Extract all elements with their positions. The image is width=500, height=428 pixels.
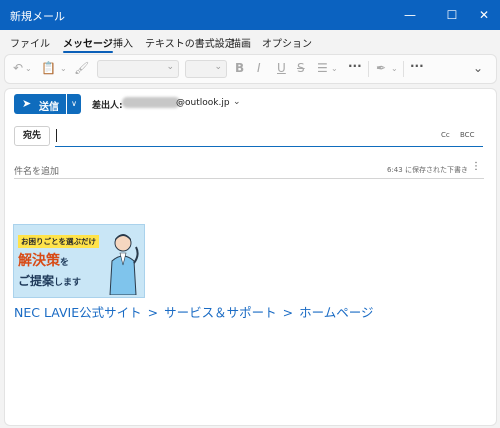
banner-line3-main: ご提案 <box>18 274 55 288</box>
strikethrough-icon[interactable]: S <box>297 61 305 75</box>
ribbon-toolbar: ↶ ⌄ 📋 ⌄ 🖌 ⌄ ⌄ B I U S ☰ ⌄ ··· ✒ ⌄ ··· ⌄ <box>4 54 497 84</box>
banner-line3: ご提案します <box>18 272 81 289</box>
line-spacing-icon[interactable]: ☰ <box>317 61 328 75</box>
link-part-3[interactable]: ホームページ <box>299 305 373 320</box>
highlight-dropdown-icon[interactable]: ⌄ <box>391 64 398 73</box>
highlight-icon[interactable]: ✒ <box>376 61 386 75</box>
send-label: 送信 <box>39 102 59 113</box>
more-icon[interactable]: ··· <box>410 59 424 73</box>
send-button[interactable]: ➤ 送信 <box>14 94 66 114</box>
menu-text-format[interactable]: テキストの書式設定 <box>145 35 235 50</box>
menu-insert[interactable]: 挿入 <box>113 35 133 50</box>
chevron-down-icon: ⌄ <box>166 62 174 72</box>
to-input-field[interactable] <box>55 146 483 147</box>
menu-bar: ファイル メッセージ 挿入 テキストの書式設定 描画 オプション <box>0 30 500 53</box>
more-icon[interactable]: ··· <box>348 59 362 73</box>
ribbon-separator <box>403 61 404 77</box>
banner-line2-main: 解決策 <box>18 253 60 269</box>
line-spacing-dropdown-icon[interactable]: ⌄ <box>331 64 338 73</box>
bold-icon[interactable]: B <box>235 61 244 75</box>
title-bar: 新規メール — ☐ ✕ <box>0 0 500 30</box>
link-separator: > <box>282 305 294 320</box>
body-link[interactable]: NEC LAVIE公式サイト > サービス＆サポート > ホームページ <box>14 302 379 321</box>
banner-line2: 解決策を <box>18 250 69 270</box>
banner-image[interactable]: お困りごとを選ぶだけ 解決策を ご提案します <box>13 224 145 298</box>
expand-icon[interactable]: ⌄ <box>473 61 483 75</box>
undo-icon[interactable]: ↶ <box>13 61 23 75</box>
menu-message[interactable]: メッセージ <box>63 35 113 53</box>
bcc-button[interactable]: BCC <box>460 131 474 139</box>
banner-line1: お困りごとを選ぶだけ <box>18 235 99 248</box>
format-painter-icon[interactable]: 🖌 <box>74 61 89 75</box>
chevron-down-icon: ⌄ <box>214 62 222 72</box>
subject-divider <box>14 178 484 179</box>
ribbon-separator <box>368 61 369 77</box>
link-separator: > <box>147 305 159 320</box>
link-part-2[interactable]: サービス＆サポート <box>164 305 277 320</box>
compose-pane: ➤ 送信 ∨ 差出人: @outlook.jp ⌄ 宛先 Cc BCC 件名を追… <box>4 88 497 426</box>
banner-line3-small: します <box>54 278 82 288</box>
send-dropdown-button[interactable]: ∨ <box>67 94 81 114</box>
to-button[interactable]: 宛先 <box>14 126 50 146</box>
saved-status: 6:43 に保存された下書き <box>387 166 468 174</box>
menu-draw[interactable]: 描画 <box>231 35 251 50</box>
close-icon[interactable]: ✕ <box>468 0 500 30</box>
italic-icon[interactable]: I <box>257 61 261 75</box>
link-part-1[interactable]: NEC LAVIE公式サイト <box>14 305 142 320</box>
more-vertical-icon[interactable]: ⋮ <box>471 161 481 172</box>
cc-button[interactable]: Cc <box>441 131 450 139</box>
maximize-icon[interactable]: ☐ <box>434 0 470 30</box>
chevron-down-icon: ∨ <box>71 99 77 108</box>
menu-file[interactable]: ファイル <box>10 35 50 50</box>
paste-dropdown-icon[interactable]: ⌄ <box>60 64 67 73</box>
underline-icon[interactable]: U <box>277 61 286 75</box>
to-input-caret <box>56 129 57 142</box>
from-address-redacted <box>122 97 180 108</box>
send-icon: ➤ <box>22 97 32 110</box>
minimize-icon[interactable]: — <box>392 0 428 30</box>
window-title: 新規メール <box>10 10 65 23</box>
subject-input[interactable]: 件名を追加 <box>14 164 59 177</box>
mail-compose-window: ファイル メッセージ 挿入 テキストの書式設定 描画 オプション ↶ ⌄ 📋 ⌄… <box>0 30 500 428</box>
font-size-select[interactable]: ⌄ <box>185 60 227 78</box>
from-address[interactable]: @outlook.jp <box>176 98 230 108</box>
font-family-select[interactable]: ⌄ <box>97 60 179 78</box>
chevron-down-icon[interactable]: ⌄ <box>233 97 241 107</box>
from-label: 差出人: <box>92 101 123 111</box>
support-person-illustration <box>109 234 139 295</box>
undo-dropdown-icon[interactable]: ⌄ <box>25 64 32 73</box>
banner-line2-small: を <box>60 258 70 268</box>
paste-icon[interactable]: 📋 <box>41 61 56 75</box>
menu-options[interactable]: オプション <box>262 35 312 50</box>
